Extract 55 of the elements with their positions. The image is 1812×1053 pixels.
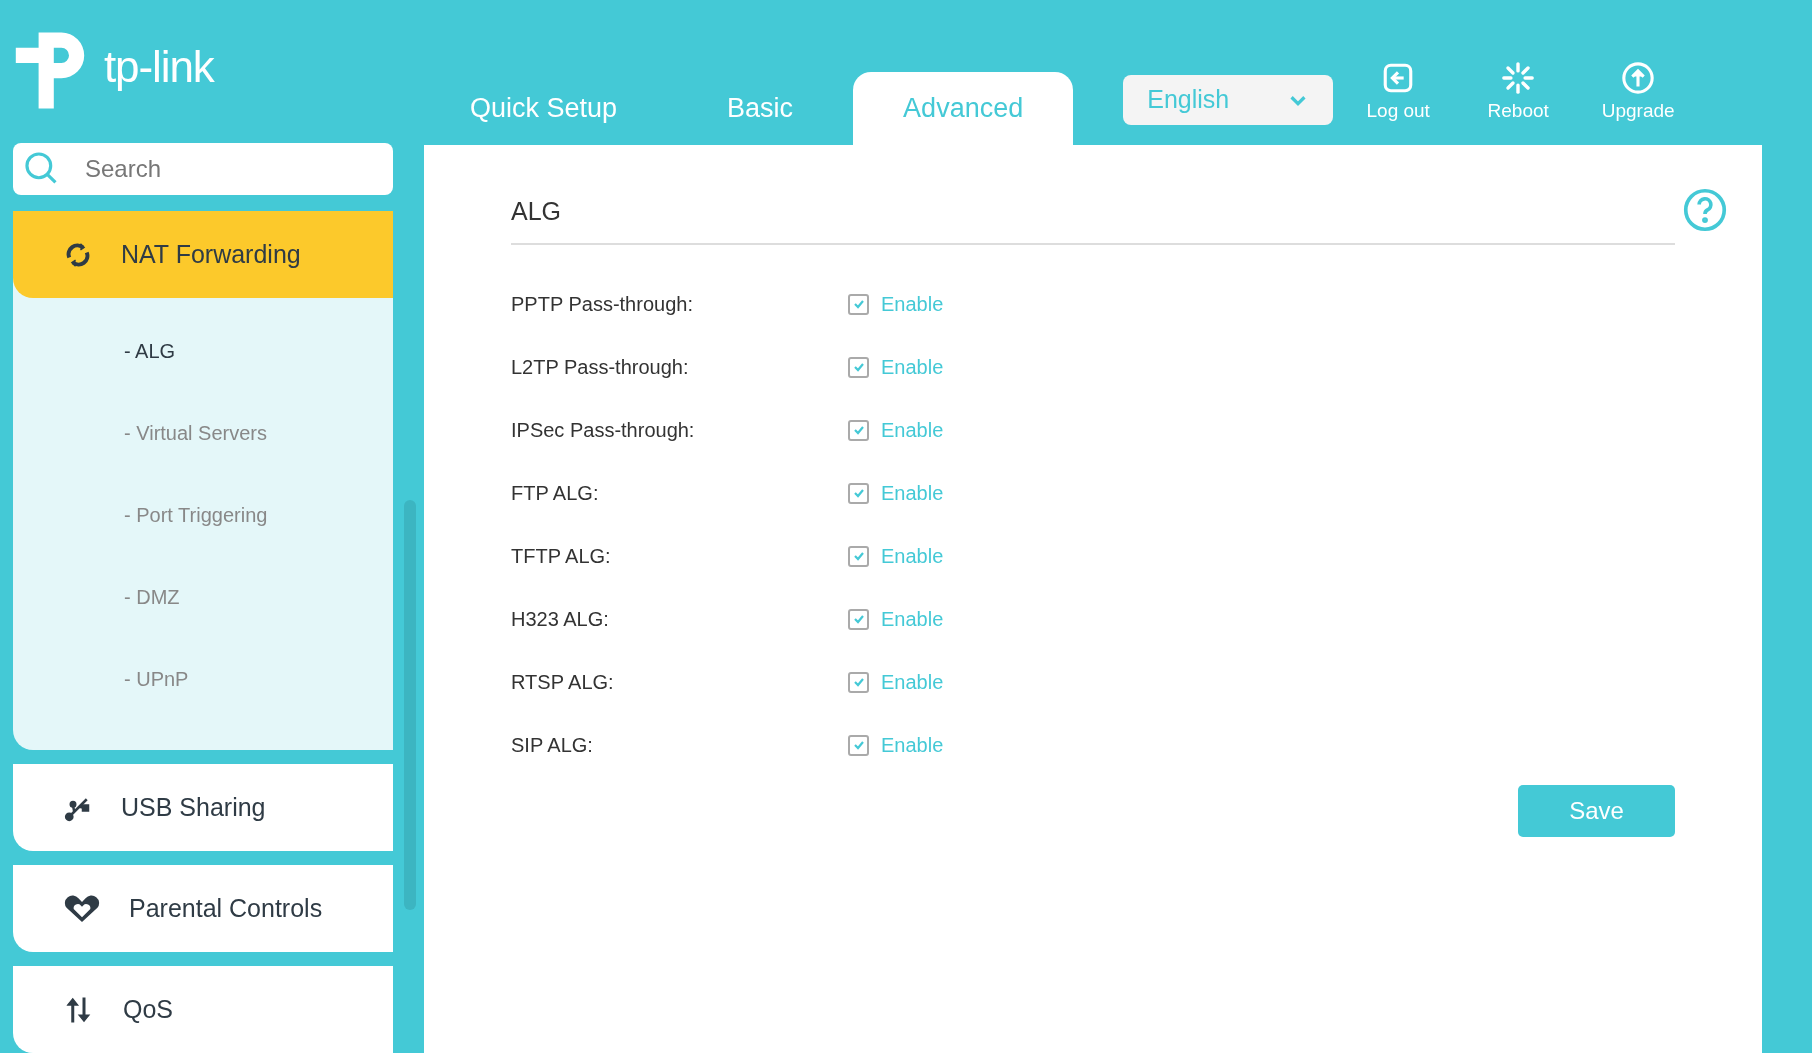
checkbox[interactable] <box>848 608 869 630</box>
sidebar-subitem[interactable]: - UPnP <box>13 638 393 720</box>
checkbox[interactable] <box>848 356 869 378</box>
field-label: FTP ALG: <box>511 481 600 506</box>
checkbox-label: Enable <box>881 355 944 380</box>
checkbox[interactable] <box>848 545 869 567</box>
checkbox-label: Enable <box>881 544 944 569</box>
check-icon <box>852 739 865 751</box>
checkbox-label: Enable <box>881 481 944 506</box>
sidebar-subitem[interactable]: - Virtual Servers <box>13 392 393 474</box>
hearts-icon <box>63 893 101 924</box>
field-label: IPSec Pass-through: <box>511 418 696 443</box>
check-icon <box>852 424 865 436</box>
sidebar-item[interactable]: QoS <box>13 966 393 1053</box>
checkbox[interactable] <box>848 734 869 756</box>
language-select[interactable]: English <box>1123 75 1334 125</box>
check-icon <box>852 487 865 499</box>
field-label: L2TP Pass-through: <box>511 355 690 380</box>
header-action-button[interactable]: Reboot <box>1463 60 1574 125</box>
spinner-icon <box>1501 60 1536 95</box>
check-icon <box>852 550 865 562</box>
sidebar-subitem[interactable]: - Port Triggering <box>13 474 393 556</box>
checkbox-label: Enable <box>881 733 944 758</box>
checkbox[interactable] <box>848 419 869 441</box>
checkbox[interactable] <box>848 293 869 315</box>
nav-tab[interactable]: Advanced <box>853 72 1074 145</box>
section-title: ALG <box>511 193 1675 245</box>
logo-text: tp-link <box>104 40 214 93</box>
checkbox-label: Enable <box>881 607 944 632</box>
checkbox-label: Enable <box>881 292 944 317</box>
field-label: H323 ALG: <box>511 607 610 632</box>
sidebar-item[interactable]: Parental Controls <box>13 865 393 952</box>
checkbox-label: Enable <box>881 670 944 695</box>
field-label: PPTP Pass-through: <box>511 292 694 317</box>
check-icon <box>852 613 865 625</box>
sidebar-subitem[interactable]: - ALG <box>13 310 393 392</box>
header-action-button[interactable]: Upgrade <box>1583 60 1694 125</box>
nav-tab[interactable]: Basic <box>677 72 844 145</box>
check-icon <box>852 298 865 310</box>
save-button[interactable]: Save <box>1518 784 1675 837</box>
header-action-button[interactable]: Log out <box>1343 60 1454 125</box>
help-icon[interactable] <box>1683 188 1727 232</box>
sidebar-subitem[interactable]: - DMZ <box>13 556 393 638</box>
checkbox-label: Enable <box>881 418 944 443</box>
sidebar-item[interactable]: USB Sharing <box>13 764 393 851</box>
check-icon <box>852 361 865 373</box>
search-field[interactable]: Search <box>13 143 393 195</box>
field-label: TFTP ALG: <box>511 544 612 569</box>
sidebar-item[interactable]: NAT Forwarding <box>13 211 393 298</box>
field-label: RTSP ALG: <box>511 670 615 695</box>
checkbox[interactable] <box>848 482 869 504</box>
field-label: SIP ALG: <box>511 733 594 758</box>
checkbox[interactable] <box>848 671 869 693</box>
nav-tab[interactable]: Quick Setup <box>420 72 668 145</box>
check-icon <box>852 676 865 688</box>
